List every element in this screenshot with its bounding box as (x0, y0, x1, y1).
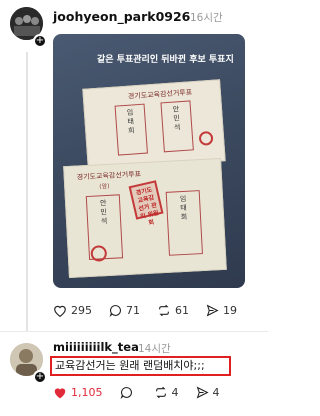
repost-button[interactable]: 61 (157, 304, 189, 317)
divider (0, 331, 268, 332)
comment-button[interactable] (119, 386, 137, 399)
heart-icon (54, 388, 66, 399)
repost-count: 4 (171, 386, 179, 399)
ballot-subtitle: (앞) (99, 182, 110, 191)
election-seal: 경기도 교육감 선거 관리 위원회 (128, 180, 164, 227)
repost-icon (159, 304, 169, 317)
reply-username[interactable]: miiiiiiiiilk_tea (53, 340, 139, 354)
share-icon (196, 386, 209, 399)
like-button[interactable]: 1,105 (53, 386, 103, 399)
repost-count: 61 (175, 304, 189, 317)
candidate-name: 안민석 (98, 198, 109, 227)
candidate-name: 임태희 (178, 194, 189, 223)
share-count: 19 (223, 304, 237, 317)
follow-plus-icon[interactable]: + (33, 370, 47, 384)
ballot-paper-top: 경기도교육감선거투표 임태희 안민석 (82, 79, 226, 171)
repost-icon (155, 386, 166, 399)
ballot-title: 경기도교육감선거투표 (127, 88, 193, 101)
comment-icon (109, 305, 121, 317)
ballot-paper-bottom: 경기도교육감선거투표 (앞) 안민석 임태희 경기도 교육감 선거 관리 위원회 (63, 157, 227, 279)
post-username[interactable]: joohyeon_park0926 (53, 9, 190, 24)
post-action-bar: 295 71 61 19 (53, 304, 254, 317)
reply-text: 교육감선거는 원래 랜덤배치야;;; (50, 356, 231, 376)
share-button[interactable]: 19 (206, 304, 237, 317)
like-count: 295 (71, 304, 92, 317)
candidate-name: 임태희 (125, 108, 136, 136)
share-count: 4 (212, 386, 220, 399)
thread-post: + joohyeon_park0926 16시간 경기도교육감선거투표 임태희 … (0, 0, 268, 332)
comment-icon (119, 387, 132, 399)
reply-action-bar: 1,105 4 4 (53, 386, 237, 399)
comment-button[interactable]: 71 (109, 304, 140, 317)
like-count: 1,105 (71, 386, 103, 399)
repost-button[interactable]: 4 (154, 386, 179, 399)
ballot-stamp (198, 130, 214, 146)
reply-timestamp: 14시간 (138, 343, 171, 355)
post-photo[interactable]: 경기도교육감선거투표 임태희 안민석 경기도교육감선거투표 (앞) 안민석 임태… (53, 34, 245, 288)
comment-count: 71 (126, 304, 140, 317)
post-timestamp: 16시간 (190, 12, 223, 24)
candidate-name: 안민석 (171, 105, 182, 133)
follow-plus-icon[interactable]: + (33, 34, 47, 48)
thread-connector-line (26, 52, 28, 332)
photo-caption: 같은 투표관리인 뒤바뀐 후보 투표지 (97, 55, 234, 65)
ballot-stamp (90, 245, 108, 262)
heart-icon (54, 305, 66, 317)
share-button[interactable]: 4 (196, 386, 220, 399)
share-icon (206, 304, 219, 317)
like-button[interactable]: 295 (53, 304, 92, 317)
